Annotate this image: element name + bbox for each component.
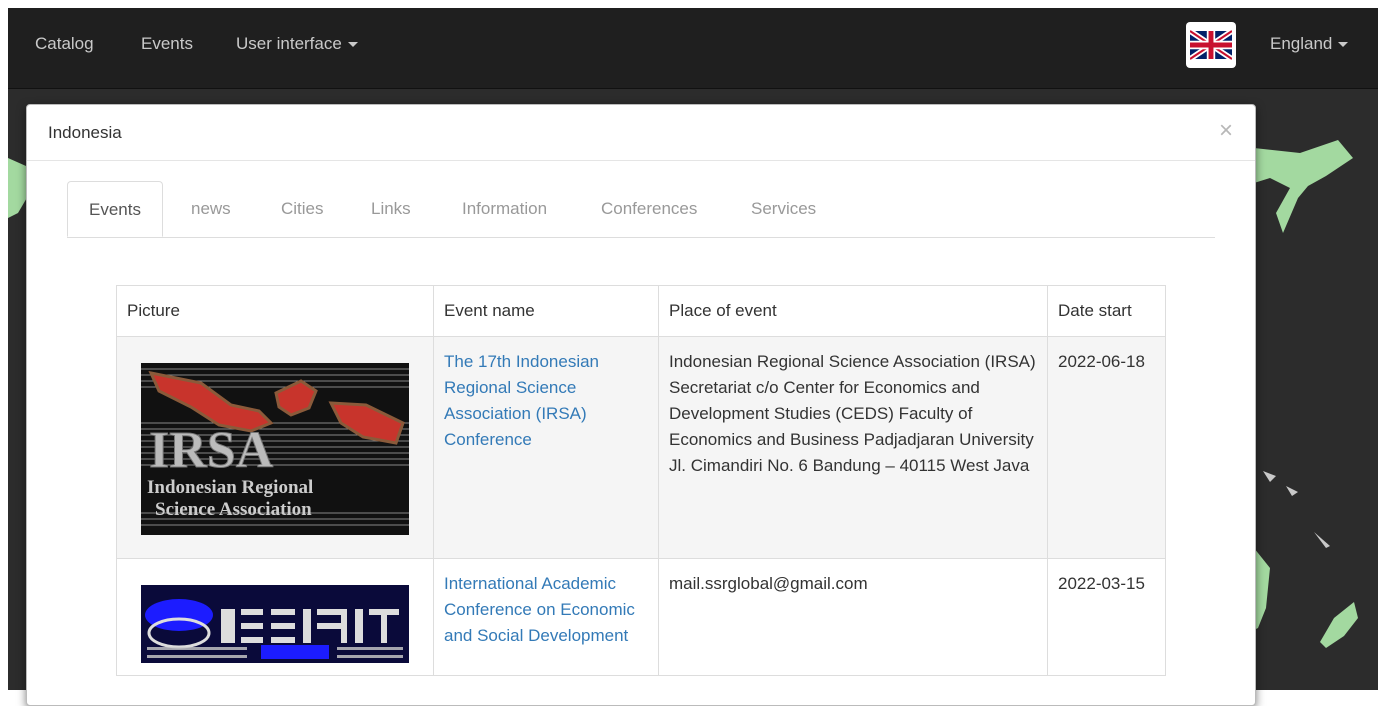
nav-user-interface[interactable]: User interface bbox=[236, 34, 358, 54]
tab-cities[interactable]: Cities bbox=[281, 181, 324, 237]
event-name-link[interactable]: International Academic Conference on Eco… bbox=[444, 574, 635, 645]
svg-text:Indonesian Regional: Indonesian Regional bbox=[147, 477, 313, 498]
modal-tabs: Events news Cities Links Information Con… bbox=[67, 181, 1215, 238]
uk-flag-icon bbox=[1190, 28, 1232, 62]
close-icon[interactable]: × bbox=[1219, 119, 1233, 143]
svg-text:Science Association: Science Association bbox=[155, 499, 312, 520]
irsa-logo-image: IRSA Indonesian Regional Science Associa… bbox=[141, 363, 409, 535]
tab-links[interactable]: Links bbox=[371, 181, 411, 237]
date-cell: 2022-03-15 bbox=[1047, 558, 1166, 676]
header-picture: Picture bbox=[116, 285, 434, 337]
top-navbar: Catalog Events User interface England bbox=[8, 8, 1378, 89]
events-table: Picture Event name Place of event Date s… bbox=[116, 285, 1166, 676]
header-event-name: Event name bbox=[433, 285, 659, 337]
date-cell: 2022-06-18 bbox=[1047, 336, 1166, 559]
svg-text:IRSA: IRSA bbox=[149, 422, 274, 479]
caret-down-icon bbox=[1338, 42, 1349, 48]
country-modal: Indonesia × Events news Cities Links Inf… bbox=[26, 104, 1256, 706]
table-row: International Academic Conference on Eco… bbox=[116, 558, 1166, 676]
picture-cell: IRSA Indonesian Regional Science Associa… bbox=[116, 336, 434, 559]
event-name-cell: International Academic Conference on Eco… bbox=[433, 558, 659, 676]
picture-cell bbox=[116, 558, 434, 676]
nav-events[interactable]: Events bbox=[141, 34, 193, 54]
tab-events[interactable]: Events bbox=[67, 181, 163, 237]
caret-down-icon bbox=[347, 42, 358, 48]
language-flag-button[interactable] bbox=[1186, 22, 1236, 68]
tab-conferences[interactable]: Conferences bbox=[601, 181, 697, 237]
event-name-cell: The 17th Indonesian Regional Science Ass… bbox=[433, 336, 659, 559]
language-dropdown[interactable]: England bbox=[1270, 34, 1349, 54]
language-label: England bbox=[1270, 34, 1333, 53]
modal-title: Indonesia bbox=[48, 123, 122, 142]
tab-services[interactable]: Services bbox=[751, 181, 816, 237]
table-header-row: Picture Event name Place of event Date s… bbox=[116, 285, 1166, 337]
header-date-start: Date start bbox=[1047, 285, 1166, 337]
nav-user-interface-label: User interface bbox=[236, 34, 342, 53]
table-row: IRSA Indonesian Regional Science Associa… bbox=[116, 336, 1166, 559]
header-place: Place of event bbox=[658, 285, 1048, 337]
tab-news[interactable]: news bbox=[191, 181, 231, 237]
nav-catalog[interactable]: Catalog bbox=[35, 34, 94, 54]
ssr-global-logo-image bbox=[141, 585, 409, 663]
event-name-link[interactable]: The 17th Indonesian Regional Science Ass… bbox=[444, 352, 599, 449]
place-cell: mail.ssrglobal@gmail.com bbox=[658, 558, 1048, 676]
place-cell: Indonesian Regional Science Association … bbox=[658, 336, 1048, 559]
tab-information[interactable]: Information bbox=[462, 181, 547, 237]
modal-header: Indonesia × bbox=[27, 105, 1255, 161]
